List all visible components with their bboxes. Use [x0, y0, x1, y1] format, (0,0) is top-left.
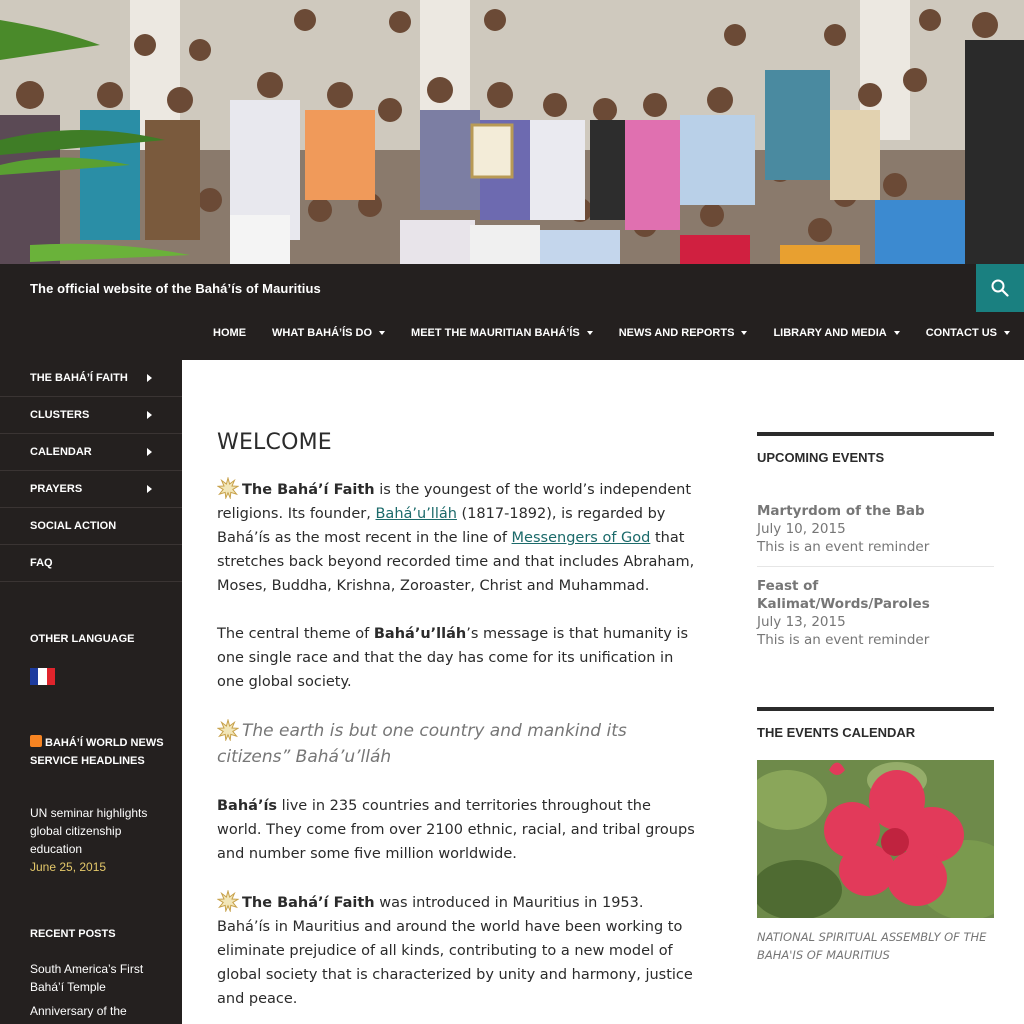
- flower-photo: [757, 760, 994, 918]
- caret-down-icon: [379, 331, 386, 335]
- event-description: This is an event reminder: [757, 632, 930, 648]
- group-photo: [0, 0, 1024, 264]
- recent-posts-title: RECENT POSTS: [30, 928, 116, 940]
- sidebar-item-calendar[interactable]: CALENDAR: [0, 434, 182, 471]
- theme-paragraph: The central theme of Bahá’u’lláh’s messa…: [217, 626, 689, 690]
- mauritius-paragraph: The Bahá’í Faith was introduced in Mauri…: [217, 890, 697, 1011]
- caret-right-icon: [147, 448, 152, 456]
- news-widget-title[interactable]: BAHÁ’Í WORLD NEWS SERVICE HEADLINES: [30, 734, 170, 770]
- nine-pointed-star-icon: [217, 890, 239, 912]
- event-title-link[interactable]: Martyrdom of the Bab: [757, 502, 994, 520]
- quote-block: The earth is but one country and mankind…: [217, 719, 627, 767]
- caret-down-icon: [1004, 331, 1010, 335]
- primary-navigation: HOME WHAT BAHÁ’ÍS DO MEET THE MAURITIAN …: [187, 327, 1010, 339]
- events-calendar-title: THE EVENTS CALENDAR: [757, 707, 994, 740]
- hibiscus-image[interactable]: [757, 760, 994, 918]
- header-image[interactable]: [0, 0, 1024, 264]
- event-title-link[interactable]: Feast of Kalimat/Words/Paroles: [757, 577, 994, 613]
- upcoming-events-title: UPCOMING EVENTS: [757, 432, 994, 465]
- bahaullah-link[interactable]: Bahá’u’lláh: [375, 506, 456, 522]
- sidebar-item-bahai-faith[interactable]: THE BAHÁ’Í FAITH: [0, 360, 182, 397]
- recent-posts-list: South America’s First Bahá’í Temple Anni…: [30, 960, 170, 1020]
- search-button[interactable]: [976, 264, 1024, 312]
- page-title: WELCOME: [217, 430, 332, 455]
- news-item: UN seminar highlights global citizenship…: [30, 804, 170, 876]
- left-sidebar: THE BAHÁ’Í FAITH CLUSTERS CALENDAR PRAYE…: [0, 360, 182, 1024]
- french-flag-icon[interactable]: [30, 668, 55, 685]
- nav-news-and-reports[interactable]: NEWS AND REPORTS: [619, 327, 748, 339]
- news-item-link[interactable]: UN seminar highlights global citizenship…: [30, 804, 170, 858]
- caret-down-icon: [741, 331, 748, 335]
- nav-contact-us[interactable]: CONTACT US: [926, 327, 1010, 339]
- event-description: This is an event reminder: [757, 539, 930, 555]
- sidebar-item-prayers[interactable]: PRAYERS: [0, 471, 182, 508]
- other-language-title: OTHER LANGUAGE: [30, 633, 135, 645]
- intro-paragraph: The Bahá’í Faith is the youngest of the …: [217, 477, 697, 598]
- search-icon: [991, 279, 1009, 297]
- events-list: Martyrdom of the Bab July 10, 2015 This …: [757, 490, 994, 659]
- caret-down-icon: [893, 331, 900, 335]
- image-caption: NATIONAL SPIRITUAL ASSEMBLY OF THE BAHA'…: [757, 930, 987, 962]
- population-paragraph: Bahá’ís live in 235 countries and territ…: [217, 798, 695, 862]
- main-content: WELCOME The Bahá’í Faith is the youngest…: [217, 430, 697, 1024]
- messengers-of-god-link[interactable]: Messengers of God: [512, 530, 651, 546]
- event-date: July 13, 2015: [757, 614, 846, 630]
- rss-icon: [30, 735, 42, 747]
- caret-right-icon: [147, 374, 152, 382]
- right-sidebar: UPCOMING EVENTS Martyrdom of the Bab Jul…: [757, 432, 994, 964]
- sidebar-item-clusters[interactable]: CLUSTERS: [0, 397, 182, 434]
- nav-what-bahais-do[interactable]: WHAT BAHÁ’ÍS DO: [272, 327, 386, 339]
- sidebar-menu: THE BAHÁ’Í FAITH CLUSTERS CALENDAR PRAYE…: [0, 360, 182, 582]
- event-date: July 10, 2015: [757, 521, 846, 537]
- nav-library-and-media[interactable]: LIBRARY AND MEDIA: [773, 327, 900, 339]
- event-item: Feast of Kalimat/Words/Paroles July 13, …: [757, 566, 994, 659]
- site-header: The official website of the Bahá’ís of M…: [0, 264, 1024, 360]
- caret-right-icon: [147, 411, 152, 419]
- recent-post-link[interactable]: Anniversary of the: [30, 1002, 170, 1020]
- nav-meet-mauritian-bahais[interactable]: MEET THE MAURITIAN BAHÁ’ÍS: [411, 327, 593, 339]
- event-item: Martyrdom of the Bab July 10, 2015 This …: [757, 490, 994, 566]
- sidebar-item-social-action[interactable]: SOCIAL ACTION: [0, 508, 182, 545]
- nav-home[interactable]: HOME: [213, 327, 246, 339]
- site-title[interactable]: The official website of the Bahá’ís of M…: [30, 281, 321, 296]
- nine-pointed-star-icon: [217, 719, 239, 741]
- caret-down-icon: [586, 331, 593, 335]
- recent-post-link[interactable]: South America’s First Bahá’í Temple: [30, 960, 170, 996]
- sidebar-item-faq[interactable]: FAQ: [0, 545, 182, 582]
- caret-right-icon: [147, 485, 152, 493]
- nine-pointed-star-icon: [217, 477, 239, 499]
- news-item-date: June 25, 2015: [30, 860, 107, 874]
